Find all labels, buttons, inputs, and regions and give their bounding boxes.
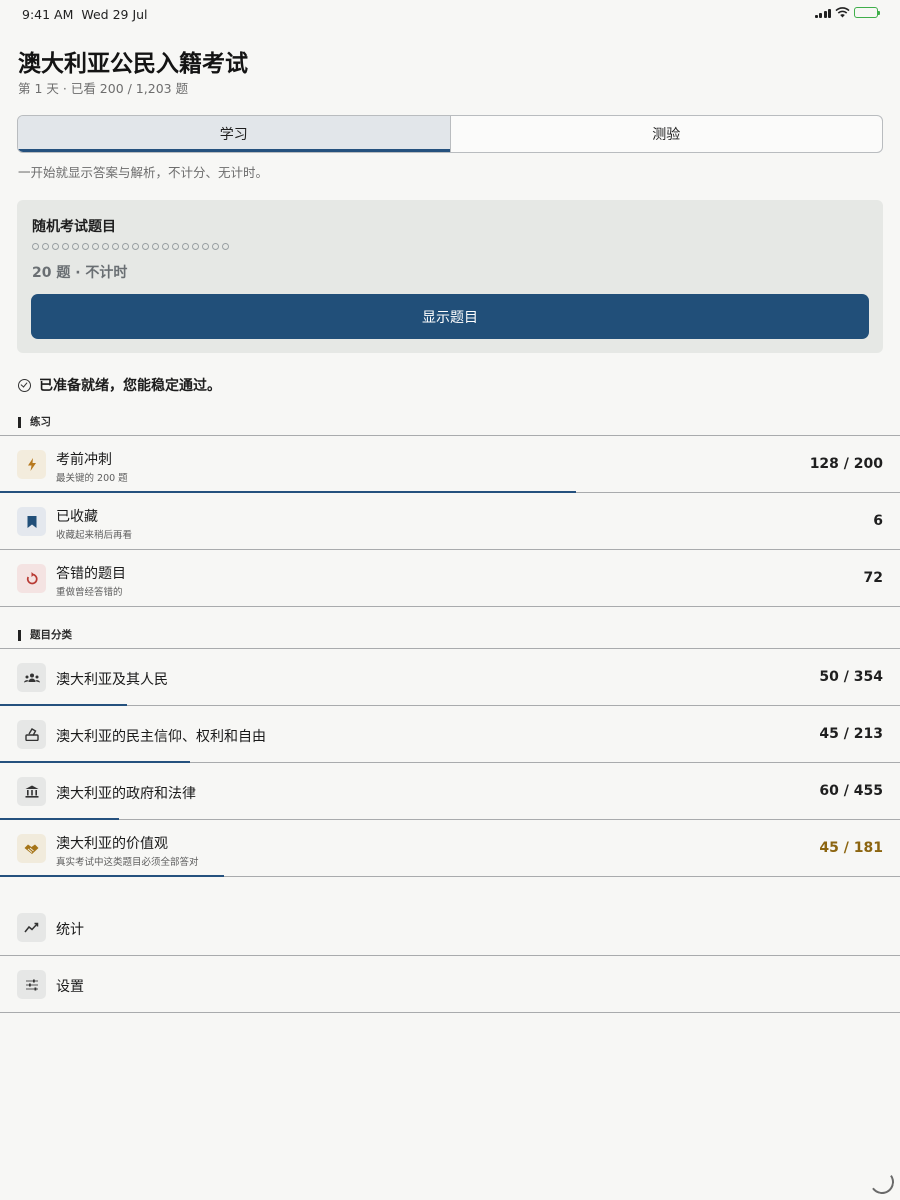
question-dot — [182, 243, 189, 250]
sliders-icon — [17, 970, 46, 999]
row-count: 50 / 354 — [819, 669, 883, 685]
category-item-people[interactable]: 澳大利亚及其人民 50 / 354 — [0, 649, 900, 706]
category-item-democracy[interactable]: 澳大利亚的民主信仰、权利和自由 45 / 213 — [0, 706, 900, 763]
page-title: 澳大利亚公民入籍考试 — [18, 51, 248, 77]
row-count: 128 / 200 — [809, 456, 883, 472]
question-dot — [162, 243, 169, 250]
category-item-values[interactable]: 澳大利亚的价值观 真实考试中这类题目必须全部答对 45 / 181 — [0, 820, 900, 877]
row-title: 考前冲刺 — [56, 452, 112, 468]
retry-icon — [17, 564, 46, 593]
readiness-status: 已准备就绪，您能稳定通过。 — [18, 375, 221, 395]
row-count: 60 / 455 — [819, 783, 883, 799]
government-icon — [17, 777, 46, 806]
tab-study[interactable]: 学习 — [18, 116, 450, 152]
row-subtitle: 最关键的 200 题 — [56, 473, 128, 484]
row-title: 澳大利亚的民主信仰、权利和自由 — [56, 729, 266, 745]
category-list: 澳大利亚及其人民 50 / 354 澳大利亚的民主信仰、权利和自由 45 / 2… — [0, 648, 900, 877]
row-count: 45 / 213 — [819, 726, 883, 742]
row-title: 答错的题目 — [56, 566, 126, 582]
question-dot — [172, 243, 179, 250]
ballot-icon — [17, 720, 46, 749]
row-subtitle: 收藏起来稍后再看 — [56, 530, 133, 541]
bottom-nav-list: 统计 设置 — [0, 899, 900, 1013]
question-dot — [42, 243, 49, 250]
lightning-icon — [17, 450, 46, 479]
show-questions-label: 显示题目 — [422, 309, 478, 326]
question-dot — [32, 243, 39, 250]
mode-tabs: 学习 测验 — [17, 115, 883, 153]
status-indicators — [814, 7, 880, 18]
signal-icon — [814, 8, 831, 18]
card-meta: 20 题 · 不计时 — [32, 265, 128, 281]
question-dot — [192, 243, 199, 250]
practice-item-wrong-answers[interactable]: 答错的题目 重做曾经答错的 72 — [0, 550, 900, 607]
corner-indicator-icon — [868, 1168, 896, 1196]
page-subtitle: 第 1 天 · 已看 200 / 1,203 题 — [18, 81, 189, 96]
nav-item-stats[interactable]: 统计 — [0, 899, 900, 956]
question-dot — [152, 243, 159, 250]
question-dots — [32, 243, 229, 250]
people-icon — [17, 663, 46, 692]
row-subtitle: 重做曾经答错的 — [56, 587, 123, 598]
question-dot — [82, 243, 89, 250]
question-dot — [72, 243, 79, 250]
question-dot — [222, 243, 229, 250]
stats-icon — [17, 913, 46, 942]
row-subtitle: 真实考试中这类题目必须全部答对 — [56, 857, 199, 868]
show-questions-button[interactable]: 显示题目 — [31, 294, 869, 339]
row-title: 已收藏 — [56, 509, 98, 525]
status-bar: 9:41 AM Wed 29 Jul — [0, 0, 900, 28]
question-dot — [52, 243, 59, 250]
handshake-icon — [17, 834, 46, 863]
question-dot — [142, 243, 149, 250]
random-exam-card: 随机考试题目 20 题 · 不计时 显示题目 — [17, 200, 883, 353]
section-label-practice: 练习 — [18, 417, 51, 428]
row-title: 澳大利亚及其人民 — [56, 672, 168, 688]
wifi-icon — [835, 7, 850, 18]
question-dot — [62, 243, 69, 250]
nav-item-settings[interactable]: 设置 — [0, 956, 900, 1013]
check-circle-icon — [18, 378, 31, 392]
row-title: 澳大利亚的价值观 — [56, 836, 168, 852]
row-count: 6 — [873, 513, 883, 529]
tab-quiz[interactable]: 测验 — [449, 116, 883, 152]
practice-item-bookmarks[interactable]: 已收藏 收藏起来稍后再看 6 — [0, 493, 900, 550]
practice-list: 考前冲刺 最关键的 200 题 128 / 200 已收藏 收藏起来稍后再看 6… — [0, 435, 900, 607]
question-dot — [112, 243, 119, 250]
question-dot — [212, 243, 219, 250]
row-count: 72 — [863, 570, 883, 586]
question-dot — [122, 243, 129, 250]
tab-study-label: 学习 — [219, 127, 248, 143]
category-item-government[interactable]: 澳大利亚的政府和法律 60 / 455 — [0, 763, 900, 820]
question-dot — [102, 243, 109, 250]
progress-bar — [0, 875, 225, 877]
question-dot — [92, 243, 99, 250]
row-title: 设置 — [56, 979, 84, 995]
readiness-text: 已准备就绪，您能稳定通过。 — [39, 378, 221, 394]
row-title: 澳大利亚的政府和法律 — [56, 786, 196, 802]
tab-quiz-label: 测验 — [652, 127, 681, 143]
question-dot — [132, 243, 139, 250]
bookmark-icon — [17, 507, 46, 536]
status-time: 9:41 AM Wed 29 Jul — [22, 7, 148, 22]
section-label-categories: 题目分类 — [18, 630, 72, 641]
row-title: 统计 — [56, 922, 84, 938]
card-title: 随机考试题目 — [32, 219, 116, 235]
battery-icon — [854, 7, 880, 18]
row-count: 45 / 181 — [819, 840, 883, 856]
practice-item-sprint[interactable]: 考前冲刺 最关键的 200 题 128 / 200 — [0, 436, 900, 493]
question-dot — [202, 243, 209, 250]
mode-description: 一开始就显示答案与解析，不计分、无计时。 — [18, 165, 269, 180]
